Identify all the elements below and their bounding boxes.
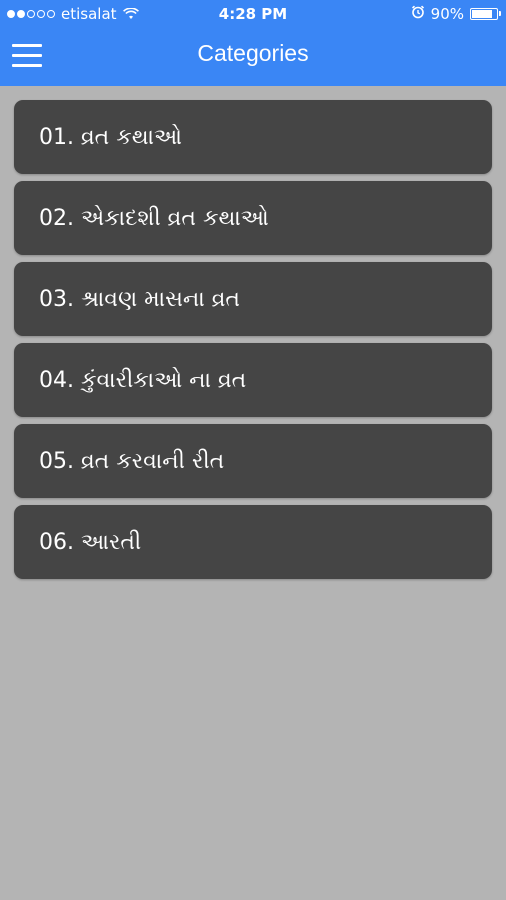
status-bar: etisalat 4:28 PM 90%: [0, 0, 506, 28]
category-label: 03. શ્રાવણ માસના વ્રત: [39, 286, 240, 312]
category-label: 05. વ્રત કરવાની રીત: [39, 448, 225, 474]
category-label: 06. આરતી: [39, 529, 142, 555]
battery-percent: 90%: [430, 5, 464, 23]
battery-level: [472, 10, 492, 18]
category-label: 01. વ્રત કથાઓ: [39, 124, 183, 150]
category-item[interactable]: 04. કુંવારીકાઓ ના વ્રત: [14, 343, 492, 417]
status-right: 90%: [411, 5, 501, 23]
category-item[interactable]: 02. એકાદશી વ્રત કથાઓ: [14, 181, 492, 255]
category-item[interactable]: 01. વ્રત કથાઓ: [14, 100, 492, 174]
page-title: Categories: [197, 40, 309, 66]
category-item[interactable]: 03. શ્રાવણ માસના વ્રત: [14, 262, 492, 336]
alarm-icon: [411, 5, 425, 23]
battery-icon: [470, 8, 501, 20]
app-header: etisalat 4:28 PM 90% Categories: [0, 0, 506, 86]
category-label: 04. કુંવારીકાઓ ના વ્રત: [39, 367, 247, 393]
category-label: 02. એકાદશી વ્રત કથાઓ: [39, 205, 269, 231]
category-list: 01. વ્રત કથાઓ 02. એકાદશી વ્રત કથાઓ 03. શ…: [14, 100, 492, 586]
category-item[interactable]: 05. વ્રત કરવાની રીત: [14, 424, 492, 498]
category-item[interactable]: 06. આરતી: [14, 505, 492, 579]
